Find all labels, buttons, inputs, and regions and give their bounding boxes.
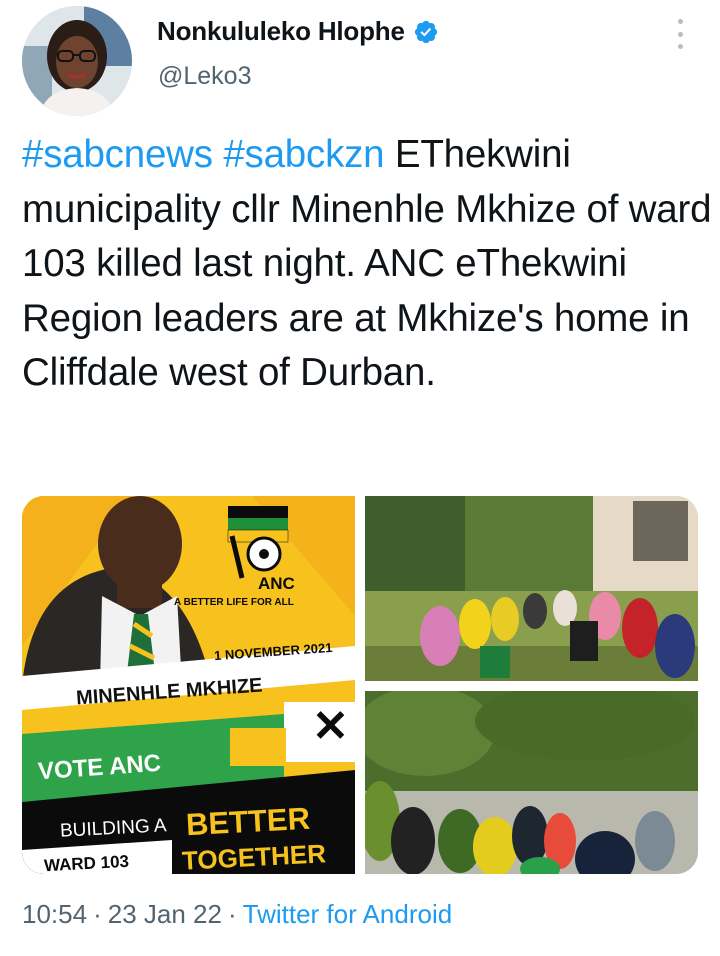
avatar-image (22, 6, 132, 116)
author-handle[interactable]: @Leko3 (158, 62, 252, 91)
photo-1-artwork (365, 496, 698, 681)
campaign-poster-image[interactable]: ANC A BETTER LIFE FOR ALL 1 NOVEMBER 202… (22, 496, 355, 874)
tweet-source[interactable]: Twitter for Android (243, 899, 453, 929)
more-dot (677, 19, 683, 24)
photo-2-artwork (365, 691, 698, 874)
tweet-meta: 10:54 · 23 Jan 22 · Twitter for Android (22, 899, 452, 930)
tweet-text: #sabcnews #sabckzn EThekwini municipalit… (22, 128, 712, 401)
separator-dot: · (93, 899, 102, 929)
poster-tagline: A BETTER LIFE FOR ALL (174, 597, 294, 608)
poster-ballot-mark: ✕ (312, 702, 349, 751)
poster-ward: WARD 103 (43, 851, 130, 874)
author-name-row: Nonkululeko Hlophe (157, 16, 439, 47)
more-dot (677, 44, 683, 49)
author-name[interactable]: Nonkululeko Hlophe (157, 16, 405, 47)
more-dot (677, 31, 683, 37)
author-avatar[interactable] (22, 6, 132, 116)
gathering-photo-1[interactable] (365, 496, 698, 681)
tweet-time[interactable]: 10:54 (22, 899, 87, 929)
tweet-date[interactable]: 23 Jan 22 (108, 899, 222, 929)
poster-brand: ANC (258, 574, 295, 593)
hashtag-sabckzn[interactable]: #sabckzn (223, 133, 384, 176)
separator-dot: · (227, 899, 237, 929)
gathering-photo-2[interactable] (365, 691, 698, 874)
more-options-icon[interactable] (670, 14, 690, 54)
media-grid: ANC A BETTER LIFE FOR ALL 1 NOVEMBER 202… (22, 496, 698, 874)
poster-together: TOGETHER (181, 838, 327, 874)
hashtag-sabcnews[interactable]: #sabcnews (22, 133, 213, 176)
verified-badge-icon (414, 20, 437, 43)
poster-better: BETTER (185, 800, 311, 843)
